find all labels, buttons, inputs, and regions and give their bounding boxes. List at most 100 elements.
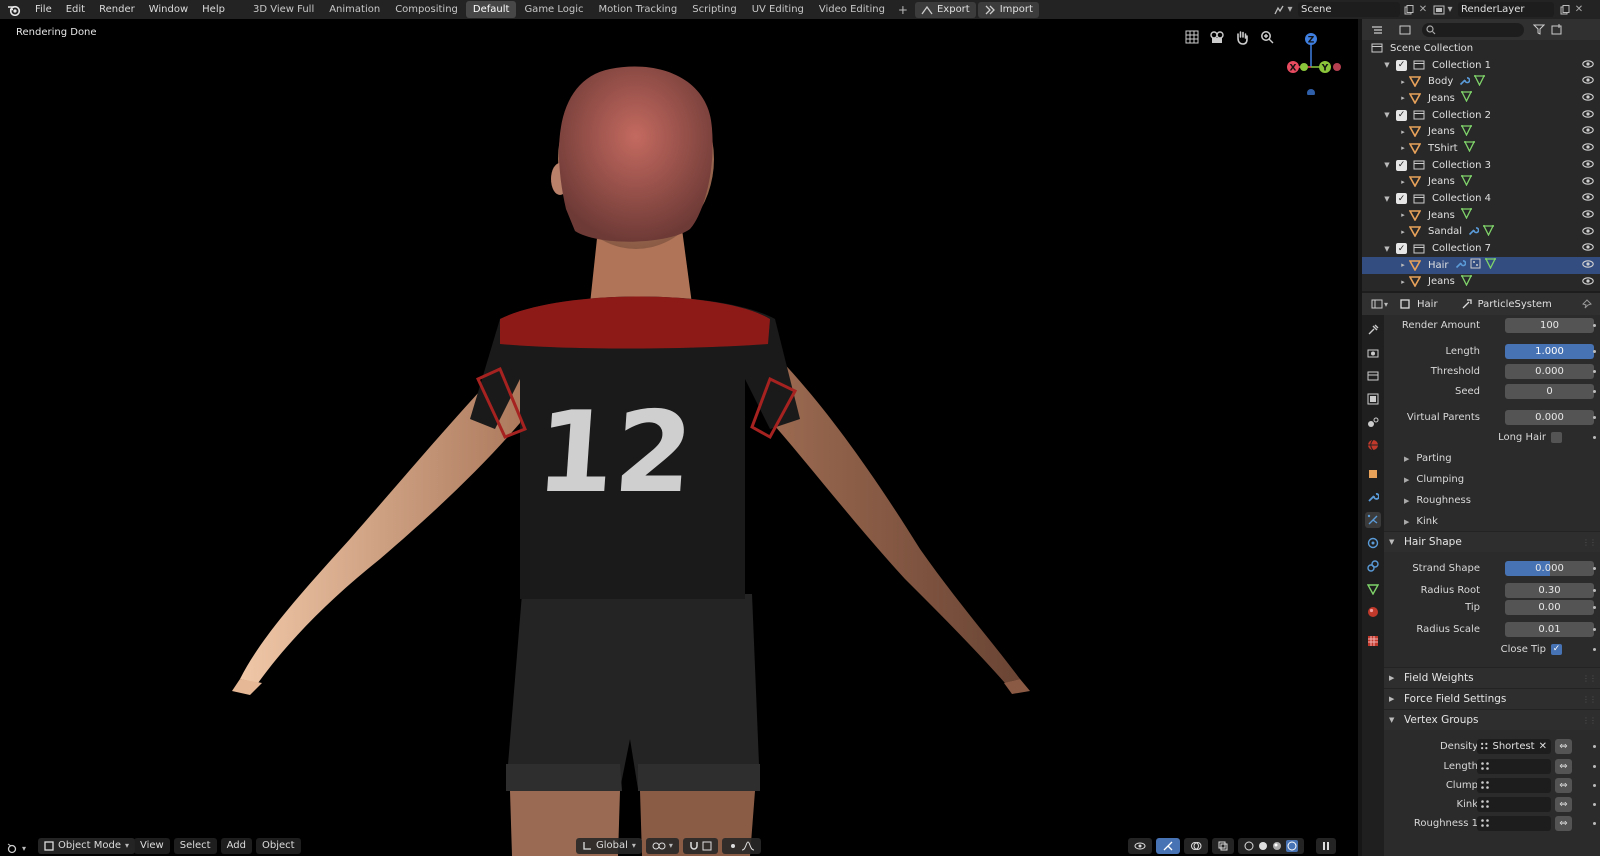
tab-tool[interactable] [1365, 322, 1381, 338]
outliner-collection-row[interactable]: ▼ ✓ Collection 3 [1362, 157, 1600, 174]
outliner-search-input[interactable] [1422, 22, 1524, 37]
threshold-field[interactable]: 0.000 [1505, 363, 1594, 379]
expand-triangle-icon[interactable]: ▸ [1398, 211, 1408, 219]
force-field-settings-panel-header[interactable]: ▶ Force Field Settings ⋮⋮ [1384, 688, 1600, 709]
outliner-collection-row[interactable]: ▼ ✓ Collection 4 [1362, 190, 1600, 207]
vertex-group-field[interactable] [1477, 796, 1551, 812]
grid-icon[interactable] [1183, 28, 1201, 46]
tab-compositing[interactable]: Compositing [388, 1, 465, 18]
vertex-group-field[interactable]: Shortest ✕ [1477, 738, 1551, 754]
visibility-eye-icon[interactable] [1582, 226, 1594, 238]
visibility-eye-icon[interactable] [1582, 276, 1594, 288]
collapse-triangle-icon[interactable]: ▼ [1382, 111, 1392, 119]
scene-collection-row[interactable]: Scene Collection [1362, 40, 1600, 57]
expand-triangle-icon[interactable]: ▸ [1398, 144, 1408, 152]
invert-toggle[interactable]: ⇔ [1555, 758, 1572, 774]
particle-system-name[interactable]: ParticleSystem [1478, 299, 1552, 310]
context-object-name[interactable]: Hair [1417, 299, 1438, 310]
delete-scene-icon[interactable]: ✕ [1416, 3, 1430, 17]
outliner-object-row[interactable]: ▸ Hair [1362, 256, 1600, 274]
outliner-object-row[interactable]: ▸ Jeans [1362, 90, 1600, 107]
menu-select[interactable]: Select [173, 838, 217, 854]
roughness-subpanel[interactable]: ▶ Roughness [1404, 495, 1471, 506]
mesh-data-icon[interactable] [1460, 91, 1472, 105]
delete-render-layer-icon[interactable]: ✕ [1572, 3, 1586, 17]
exclude-checkbox[interactable]: ✓ [1396, 109, 1407, 121]
outliner-editor-icon[interactable] [1370, 23, 1384, 37]
axis-neg-z-handle[interactable] [1307, 89, 1315, 95]
snap-toggle[interactable] [682, 838, 718, 854]
new-collection-icon[interactable] [1550, 23, 1564, 37]
visibility-eye-icon[interactable] [1582, 210, 1594, 221]
wireframe-shading-icon[interactable] [1244, 841, 1254, 851]
field-weights-panel-header[interactable]: ▶ Field Weights ⋮⋮ [1384, 667, 1600, 688]
exclude-checkbox[interactable]: ✓ [1396, 193, 1407, 205]
keyframe-dot-icon[interactable] [1593, 415, 1596, 419]
collapse-triangle-icon[interactable]: ▼ [1382, 245, 1392, 253]
keyframe-dot-icon[interactable] [1593, 764, 1596, 768]
visibility-eye-icon[interactable] [1582, 260, 1594, 271]
axis-neg-x-handle[interactable] [1333, 63, 1341, 71]
playback-pause-button[interactable] [1316, 838, 1336, 854]
properties-editor-icon[interactable] [1370, 297, 1384, 311]
keyframe-dot-icon[interactable] [1593, 647, 1596, 651]
overlays-toggle[interactable] [1184, 838, 1208, 854]
render-layer-dropdown-icon[interactable]: ▾ [1446, 3, 1454, 17]
tab-video-editing[interactable]: Video Editing [812, 1, 892, 18]
pan-hand-icon[interactable] [1233, 28, 1251, 46]
vertex-groups-panel-header[interactable]: ▼ Vertex Groups ⋮⋮ [1384, 709, 1600, 730]
keyframe-dot-icon[interactable] [1593, 323, 1596, 327]
clumping-subpanel[interactable]: ▶ Clumping [1404, 474, 1464, 485]
editor-type-selector[interactable]: ▾ [6, 842, 26, 854]
mesh-data-icon[interactable] [1460, 208, 1472, 222]
tab-object[interactable] [1365, 466, 1381, 482]
exclude-checkbox[interactable]: ✓ [1396, 159, 1407, 171]
tab-modifiers[interactable] [1365, 489, 1381, 505]
collapse-triangle-icon[interactable]: ▼ [1382, 161, 1392, 169]
keyframe-dot-icon[interactable] [1593, 783, 1596, 787]
visibility-eye-icon[interactable] [1582, 143, 1594, 154]
drag-handle-icon[interactable]: ⋮⋮ [1582, 695, 1597, 704]
mode-selector[interactable]: Object Mode ▾ [38, 838, 137, 854]
kink-subpanel[interactable]: ▶ Kink [1404, 516, 1438, 527]
blender-logo-icon[interactable] [6, 3, 22, 17]
transform-orientation-dropdown[interactable]: Global ▾ [576, 838, 642, 854]
outliner-object-row[interactable]: ▸ TShirt [1362, 140, 1600, 157]
mesh-data-icon[interactable] [1460, 124, 1472, 139]
outliner-object-row[interactable]: ▸ Jeans [1362, 174, 1600, 191]
keyframe-dot-icon[interactable] [1593, 389, 1596, 393]
tip-field[interactable]: 0.00 [1505, 599, 1594, 615]
tab-particles[interactable] [1365, 512, 1381, 528]
visibility-eye-icon[interactable] [1582, 126, 1594, 137]
keyframe-dot-icon[interactable] [1593, 435, 1596, 439]
tab-game-logic[interactable]: Game Logic [517, 1, 590, 18]
tab-physics[interactable] [1365, 535, 1381, 551]
keyframe-dot-icon[interactable] [1593, 369, 1596, 373]
tab-uv-editing[interactable]: UV Editing [745, 1, 811, 18]
3d-viewport[interactable]: 12 Rendering Done Z X Y ▾ Object Mode ▾ … [0, 19, 1358, 856]
expand-triangle-icon[interactable]: ▸ [1398, 261, 1408, 269]
mesh-data-icon[interactable] [1474, 74, 1486, 89]
outliner-object-row[interactable]: ▸ Jeans [1362, 207, 1600, 224]
visibility-eye-icon[interactable] [1582, 76, 1594, 87]
export-button[interactable]: Export [914, 1, 976, 18]
tab-animation[interactable]: Animation [322, 1, 387, 18]
seed-field[interactable]: 0 [1505, 383, 1594, 399]
tab-constraints[interactable] [1365, 558, 1381, 574]
expand-triangle-icon[interactable]: ▸ [1398, 78, 1408, 86]
exclude-checkbox[interactable]: ✓ [1396, 59, 1407, 71]
outliner-object-row[interactable]: ▸ Body [1362, 73, 1600, 90]
filter-icon[interactable] [1532, 23, 1546, 37]
visibility-eye-icon[interactable] [1582, 193, 1594, 204]
new-render-layer-icon[interactable] [1558, 3, 1572, 17]
new-scene-icon[interactable] [1402, 3, 1416, 17]
outliner-collection-row[interactable]: ▼ ✓ Collection 2 [1362, 107, 1600, 124]
invert-toggle[interactable]: ⇔ [1555, 796, 1572, 812]
object-mode-dropdown[interactable]: Object Mode ▾ [38, 838, 136, 854]
drag-handle-icon[interactable]: ⋮⋮ [1582, 538, 1597, 547]
menu-add[interactable]: Add [220, 838, 252, 854]
add-workspace-button[interactable]: + [893, 3, 913, 17]
invert-toggle[interactable]: ⇔ [1555, 738, 1572, 754]
collapse-triangle-icon[interactable]: ▼ [1382, 195, 1392, 203]
import-button[interactable]: Import [977, 1, 1039, 18]
